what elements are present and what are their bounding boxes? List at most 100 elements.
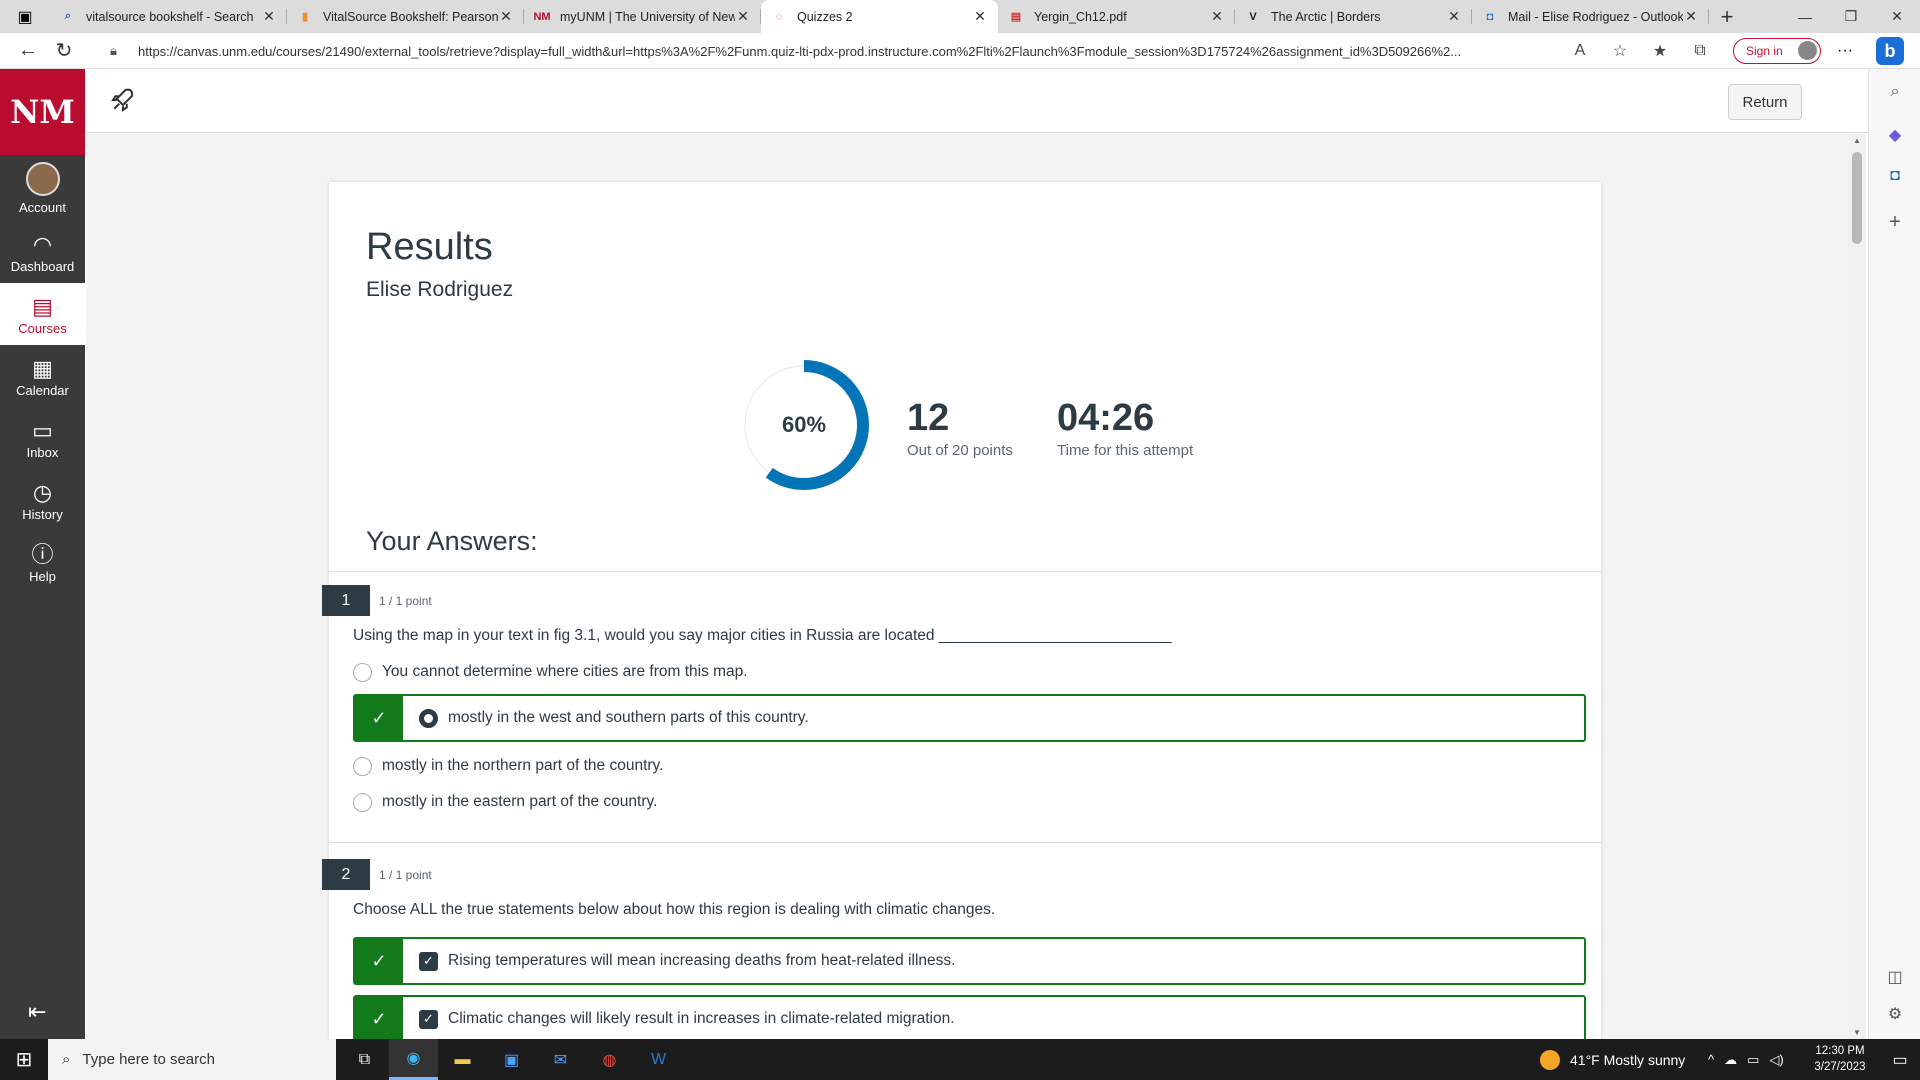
unm-icon: NM [533, 10, 551, 23]
onedrive-icon[interactable]: ☁ [1724, 1052, 1737, 1068]
close-icon[interactable]: ✕ [1446, 8, 1462, 25]
check-icon: ✓ [355, 695, 403, 741]
add-icon[interactable]: + [1869, 211, 1920, 234]
nav-courses[interactable]: ▤ Courses [0, 283, 85, 345]
quiz-header: Return [86, 69, 1868, 133]
minimize-button[interactable]: — [1782, 0, 1828, 33]
new-tab-button[interactable]: + [1709, 0, 1745, 33]
question-number: 2 [322, 859, 370, 890]
browser-tab[interactable]: ⌕ vitalsource bookshelf - Search ✕ [50, 0, 287, 33]
pdf-icon: ▤ [1010, 11, 1022, 23]
url-field[interactable]: 🔒︎ https://canvas.unm.edu/courses/21490/… [110, 36, 1550, 66]
nav-inbox[interactable]: ▭ Inbox [0, 407, 85, 469]
close-icon[interactable]: ✕ [1209, 8, 1225, 25]
nav-account[interactable]: Account [0, 155, 85, 221]
points-stat: 12 Out of 20 points [907, 398, 1013, 459]
taskbar-search[interactable]: ⌕ Type here to search [48, 1039, 336, 1080]
nav-help-label: Help [29, 568, 56, 584]
radio-unselected [353, 792, 372, 812]
more-icon[interactable]: ··· [1830, 33, 1860, 69]
results-card: Results Elise Rodriguez 60% 12 Out of 20… [322, 182, 1601, 1039]
nav-help[interactable]: ⓘ Help [0, 531, 85, 593]
settings-icon[interactable]: ⚙ [1869, 1004, 1920, 1024]
tab-title: vitalsource bookshelf - Search [86, 9, 254, 24]
restore-button[interactable]: ❐ [1828, 0, 1874, 33]
scroll-up-icon[interactable]: ▲ [1848, 136, 1866, 145]
mail-icon[interactable]: ✉ [536, 1039, 585, 1080]
browser-tab[interactable]: ▤ Yergin_Ch12.pdf ✕ [998, 0, 1235, 33]
nav-calendar[interactable]: ▦ Calendar [0, 345, 85, 407]
close-icon[interactable]: ✕ [1683, 8, 1699, 25]
radio-selected [419, 708, 438, 728]
page-scrollbar[interactable]: ▲ ▼ [1848, 134, 1866, 1039]
tab-actions-icon[interactable]: ▣ [0, 0, 50, 33]
nav-history[interactable]: ◷ History [0, 469, 85, 531]
checkbox-checked: ✓ [419, 951, 438, 971]
search-icon[interactable]: ⌕ [1869, 83, 1920, 101]
answer-label: mostly in the west and southern parts of… [448, 709, 809, 726]
courses-icon: ▤ [32, 293, 53, 319]
favorite-star-icon[interactable]: ☆ [1600, 41, 1640, 61]
windows-start-icon[interactable]: ⊞ [0, 1039, 48, 1080]
close-icon[interactable]: ✕ [498, 8, 514, 25]
address-bar-row: ← ↻ 🔒︎ https://canvas.unm.edu/courses/21… [0, 33, 1920, 69]
close-icon[interactable]: ✕ [735, 8, 751, 25]
bing-icon[interactable]: b [1876, 37, 1904, 65]
browser-tab[interactable]: ▮ VitalSource Bookshelf: Pearson e ✕ [287, 0, 524, 33]
shopping-icon[interactable]: ◆ [1869, 125, 1920, 145]
store-icon[interactable]: ▣ [487, 1039, 536, 1080]
close-icon[interactable]: ✕ [261, 8, 277, 25]
edge-sidebar: ⌕ ◆ ◘ + ◫ ⚙ [1868, 69, 1920, 1039]
refresh-button[interactable]: ↻ [46, 33, 82, 69]
collections-icon[interactable]: ⧉ [1680, 42, 1720, 60]
sign-in-button[interactable]: Sign in [1733, 38, 1821, 64]
dashboard-icon: ◠ [32, 231, 53, 257]
windows-taskbar: ⊞ ⌕ Type here to search ⧉ ◉ ▬ ▣ ✉ ◍ W 41… [0, 1039, 1920, 1080]
browser-tab[interactable]: ◌ Quizzes 2 ✕ [761, 0, 998, 33]
nav-dashboard[interactable]: ◠ Dashboard [0, 221, 85, 283]
sidebar-toggle-icon[interactable]: ◫ [1869, 967, 1920, 987]
scroll-thumb[interactable] [1852, 152, 1862, 244]
taskbar-clock[interactable]: 12:30 PM 3/27/2023 [1800, 1043, 1880, 1075]
chrome-icon[interactable]: ◍ [585, 1039, 634, 1080]
browser-tab[interactable]: ◘ Mail - Elise Rodriguez - Outlook ✕ [1472, 0, 1709, 33]
answer-label: Climatic changes will likely result in i… [448, 1010, 955, 1027]
file-explorer-icon[interactable]: ▬ [438, 1039, 487, 1080]
time-value: 04:26 [1057, 397, 1155, 439]
return-button[interactable]: Return [1728, 84, 1802, 120]
favorites-icon[interactable]: ★ [1640, 41, 1680, 61]
browser-tab[interactable]: V The Arctic | Borders ✕ [1235, 0, 1472, 33]
back-button[interactable]: ← [10, 33, 46, 69]
close-icon[interactable]: ✕ [972, 8, 988, 25]
outlook-icon[interactable]: ◘ [1869, 167, 1920, 185]
time-stat: 04:26 Time for this attempt [1057, 398, 1193, 459]
word-icon[interactable]: W [634, 1039, 683, 1080]
answer-option: mostly in the eastern part of the countr… [353, 792, 657, 812]
task-view-icon[interactable]: ⧉ [340, 1039, 389, 1080]
address-bar-icons: A ☆ ★ ⧉ [1560, 33, 1720, 69]
collapse-nav-icon[interactable]: ⇤ [28, 999, 46, 1025]
answer-option-correct: ✓ mostly in the west and southern parts … [353, 694, 1586, 742]
weather-widget[interactable]: 41°F Mostly sunny [1540, 1039, 1685, 1080]
close-window-button[interactable]: ✕ [1874, 0, 1920, 33]
chevron-up-icon[interactable]: ^ [1708, 1052, 1714, 1067]
scroll-down-icon[interactable]: ▼ [1848, 1028, 1866, 1037]
global-navigation: NM Account ◠ Dashboard ▤ Courses ▦ Calen… [0, 69, 85, 1039]
student-name: Elise Rodriguez [366, 278, 514, 301]
question-points: 1 / 1 point [379, 594, 432, 608]
read-aloud-icon[interactable]: A [1560, 42, 1600, 60]
notifications-icon[interactable]: ▭ [1880, 1039, 1920, 1080]
window-controls: — ❐ ✕ [1782, 0, 1920, 33]
unm-logo[interactable]: NM [0, 69, 85, 155]
browser-tab[interactable]: NM myUNM | The University of New ✕ [524, 0, 761, 33]
check-icon: ✓ [355, 938, 403, 984]
history-icon: ◷ [32, 479, 53, 505]
tab-title: Mail - Elise Rodriguez - Outlook [1508, 9, 1683, 24]
points-value: 12 [907, 397, 950, 439]
outlook-icon: ◘ [1486, 10, 1494, 23]
weather-text: 41°F Mostly sunny [1570, 1051, 1686, 1068]
time-caption: Time for this attempt [1057, 442, 1194, 459]
network-icon[interactable]: ▭ [1747, 1052, 1759, 1068]
edge-icon[interactable]: ◉ [389, 1039, 438, 1080]
volume-icon[interactable]: ◁) [1769, 1052, 1783, 1068]
